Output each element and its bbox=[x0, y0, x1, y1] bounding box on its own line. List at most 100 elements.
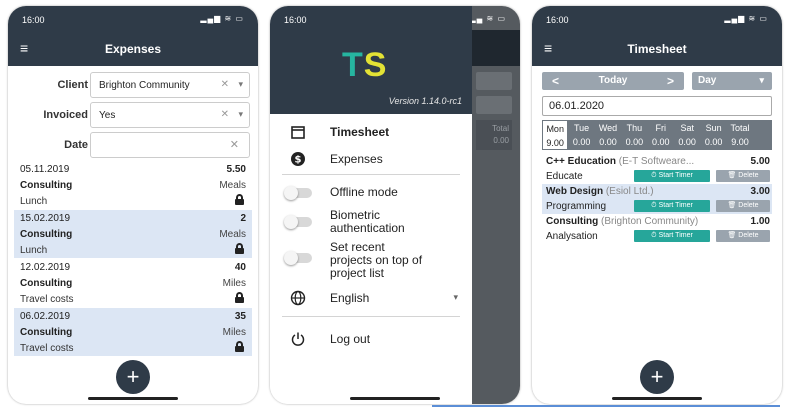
date-label: Date bbox=[64, 139, 88, 151]
week-day-cell[interactable]: Tue 0.00 bbox=[568, 120, 594, 150]
divider bbox=[282, 174, 460, 175]
add-expense-button[interactable]: + bbox=[116, 360, 150, 394]
status-time: 16:00 bbox=[546, 15, 569, 25]
client-select[interactable]: Brighton Community ✕ ▾ bbox=[90, 72, 250, 98]
drawer-header: 16:00 TS Version 1.14.0-rc1 bbox=[270, 6, 472, 114]
week-day-cell[interactable]: Thu 0.00 bbox=[621, 120, 647, 150]
dimmed-background[interactable]: Total 0.00 bbox=[472, 6, 520, 404]
expense-amount: 5.50 bbox=[226, 164, 246, 175]
clear-icon[interactable]: ✕ bbox=[230, 138, 239, 151]
app-bar: ≡ Expenses bbox=[8, 30, 258, 66]
expense-description: Lunch bbox=[20, 245, 48, 256]
drawer-item-timesheet[interactable]: Timesheet bbox=[270, 120, 472, 144]
view-value: Day bbox=[698, 75, 717, 86]
delete-button[interactable]: 🗑 Delete bbox=[716, 200, 770, 212]
background-ghost-field bbox=[476, 96, 512, 114]
recent-projects-toggle[interactable] bbox=[284, 251, 312, 265]
expense-category: Miles bbox=[222, 278, 246, 289]
clear-icon[interactable]: ✕ bbox=[221, 79, 229, 90]
offline-mode-toggle[interactable] bbox=[284, 186, 312, 200]
client-filter-row: Client Brighton Community ✕ ▾ bbox=[8, 70, 258, 100]
entry-hours: 1.00 bbox=[750, 216, 770, 227]
selection-underline bbox=[432, 405, 780, 407]
home-indicator bbox=[612, 397, 702, 400]
divider bbox=[282, 316, 460, 317]
offline-mode-label: Offline mode bbox=[330, 185, 398, 199]
expense-activity: Consulting bbox=[20, 278, 73, 289]
expense-category: Meals bbox=[219, 229, 246, 240]
entry-customer: (E-T Softweare... bbox=[618, 156, 695, 167]
client-value: Brighton Community bbox=[99, 80, 190, 91]
background-total-value: 0.00 bbox=[493, 136, 509, 145]
logout-button[interactable]: Log out bbox=[270, 327, 472, 351]
today-button[interactable]: Today bbox=[542, 75, 684, 86]
entry-project: Programming bbox=[546, 201, 607, 212]
page-title: Expenses bbox=[104, 42, 162, 56]
expense-date: 06.02.2019 bbox=[20, 311, 71, 322]
week-day-cell[interactable]: Sat 0.00 bbox=[674, 120, 700, 150]
expense-amount: 35 bbox=[234, 311, 246, 322]
biometric-toggle[interactable] bbox=[284, 215, 312, 229]
chevron-down-icon[interactable]: ▾ bbox=[238, 79, 243, 90]
lock-icon bbox=[235, 194, 244, 205]
language-select[interactable]: English ▾ bbox=[270, 286, 472, 310]
recent-projects-label: Set recent projects on top of project li… bbox=[330, 240, 423, 280]
expense-date: 12.02.2019 bbox=[20, 262, 71, 273]
invoiced-filter-row: Invoiced Yes ✕ ▾ bbox=[8, 100, 258, 130]
add-entry-button[interactable]: + bbox=[640, 360, 674, 394]
next-day-button[interactable]: > bbox=[667, 74, 674, 88]
status-time: 16:00 bbox=[22, 15, 45, 25]
toggle-knob bbox=[284, 186, 298, 200]
expense-category: Meals bbox=[219, 180, 246, 191]
timesheet-phone: 16:00 ▂▄▆ ≋ ▭ ≡ Timesheet < Today > Day … bbox=[532, 6, 782, 404]
signal-battery-icon: ▂▄▆ ≋ ▭ bbox=[724, 14, 768, 23]
app-bar: ≡ Timesheet bbox=[532, 30, 782, 66]
expense-date: 15.02.2019 bbox=[20, 213, 71, 224]
chevron-down-icon: ▾ bbox=[759, 75, 764, 85]
calendar-icon bbox=[291, 126, 305, 139]
week-day-cell[interactable]: Fri 0.00 bbox=[648, 120, 674, 150]
expense-category: Miles bbox=[222, 327, 246, 338]
invoiced-select[interactable]: Yes ✕ ▾ bbox=[90, 102, 250, 128]
lock-icon bbox=[235, 243, 244, 254]
timesheet-entry[interactable]: Web Design (Esiol Ltd.) 3.00 Programming… bbox=[542, 184, 772, 214]
timesheet-entry[interactable]: C++ Education (E-T Softweare... 5.00 Edu… bbox=[542, 154, 772, 184]
entry-hours: 5.00 bbox=[750, 156, 770, 167]
start-timer-button[interactable]: ⏱ Start Timer bbox=[634, 200, 710, 212]
date-navigation: < Today > Day ▾ bbox=[542, 72, 772, 90]
chevron-down-icon[interactable]: ▾ bbox=[238, 109, 243, 120]
timesheet-entry[interactable]: Consulting (Brighton Community) 1.00 Ana… bbox=[542, 214, 772, 244]
week-day-cell[interactable]: Mon 9.00 bbox=[542, 120, 569, 150]
entry-activity: Web Design bbox=[546, 186, 604, 197]
client-label: Client bbox=[57, 79, 88, 91]
view-select[interactable]: Day ▾ bbox=[692, 72, 772, 90]
status-bar: 16:00 ▂▄▆ ≋ ▭ bbox=[8, 6, 258, 30]
entry-customer: (Esiol Ltd.) bbox=[605, 186, 654, 197]
expense-amount: 2 bbox=[240, 213, 246, 224]
delete-button[interactable]: 🗑 Delete bbox=[716, 230, 770, 242]
date-filter-row: Date ✕ bbox=[8, 130, 258, 160]
delete-button[interactable]: 🗑 Delete bbox=[716, 170, 770, 182]
drawer-status-bar: 16:00 bbox=[270, 6, 472, 30]
status-bar: 16:00 ▂▄▆ ≋ ▭ bbox=[532, 6, 782, 30]
clear-icon[interactable]: ✕ bbox=[221, 109, 229, 120]
expense-row[interactable]: 05.11.2019 5.50 Consulting Meals Lunch bbox=[14, 161, 252, 209]
week-day-cell[interactable]: Wed 0.00 bbox=[595, 120, 621, 150]
week-day-cell[interactable]: Sun 0.00 bbox=[700, 120, 726, 150]
dollar-circle-icon: $ bbox=[291, 152, 305, 166]
expenses-phone: 16:00 ▂▄▆ ≋ ▭ ≡ Expenses Client Brighton… bbox=[8, 6, 258, 404]
start-timer-button[interactable]: ⏱ Start Timer bbox=[634, 170, 710, 182]
expense-row[interactable]: 06.02.2019 35 Consulting Miles Travel co… bbox=[14, 308, 252, 356]
entry-title: Consulting (Brighton Community) bbox=[546, 216, 698, 227]
date-input[interactable]: ✕ bbox=[90, 132, 250, 158]
start-timer-button[interactable]: ⏱ Start Timer bbox=[634, 230, 710, 242]
svg-text:$: $ bbox=[295, 155, 302, 166]
expense-amount: 40 bbox=[234, 262, 246, 273]
expense-row[interactable]: 12.02.2019 40 Consulting Miles Travel co… bbox=[14, 259, 252, 307]
date-input[interactable]: 06.01.2020 bbox=[542, 96, 772, 116]
expense-row[interactable]: 15.02.2019 2 Consulting Meals Lunch bbox=[14, 210, 252, 258]
signal-battery-icon: ▂▄▆ ≋ ▭ bbox=[200, 14, 244, 23]
entry-project: Analysation bbox=[546, 231, 598, 242]
power-icon bbox=[291, 332, 305, 346]
drawer-item-expenses[interactable]: $ Expenses bbox=[270, 147, 472, 171]
